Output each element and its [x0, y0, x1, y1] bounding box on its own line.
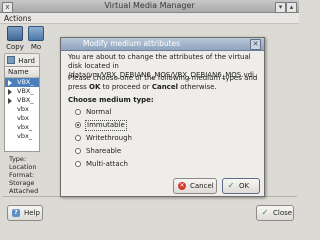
modify-button[interactable]: Mo [28, 26, 44, 51]
copy-label: Copy [6, 43, 24, 51]
window-title: Virtual Media Manager [104, 1, 195, 10]
menu-actions[interactable]: Actions [4, 14, 31, 23]
expand-icon[interactable] [8, 89, 12, 95]
expand-icon[interactable] [8, 98, 12, 104]
dialog-prompt: Please choose one of the following mediu… [68, 74, 258, 91]
list-item[interactable]: vbx [5, 114, 39, 123]
list-header-name[interactable]: Name [5, 67, 39, 78]
copy-icon [7, 26, 23, 41]
copy-button[interactable]: Copy [5, 26, 25, 51]
list-item[interactable]: vbx [5, 105, 39, 114]
cancel-button[interactable]: ✕ Cancel [173, 178, 217, 194]
checkmark-icon: ✓ [261, 208, 269, 217]
radio-circle[interactable] [75, 135, 81, 141]
dialog-close-icon[interactable]: ✕ [250, 39, 261, 50]
tab-hard-disks[interactable]: Hard [4, 53, 40, 66]
maximize-icon[interactable]: ▴ [286, 2, 297, 13]
radio-circle[interactable] [75, 109, 81, 115]
help-button[interactable]: ? Help [7, 205, 43, 221]
list-item[interactable]: vbx_ [5, 123, 39, 132]
list-item[interactable]: VBX_ [5, 96, 39, 105]
modify-icon [28, 26, 44, 41]
radio-circle-selected[interactable] [75, 122, 81, 128]
dialog-titlebar: Modify medium attributes ✕ [61, 38, 264, 51]
dialog-title: Modify medium attributes [83, 39, 181, 48]
expand-icon[interactable] [8, 80, 12, 86]
help-icon: ? [12, 209, 20, 217]
modify-label: Mo [30, 43, 42, 51]
menubar: Actions [0, 13, 299, 24]
info-format-label: Format: [9, 171, 35, 179]
info-storage-label: Storage [9, 179, 35, 187]
info-type-label: Type: [9, 155, 27, 163]
hard-disk-icon [7, 56, 15, 64]
info-location-label: Location [9, 163, 37, 171]
checkmark-icon: ✓ [227, 181, 235, 190]
radio-circle[interactable] [75, 161, 81, 167]
cancel-icon: ✕ [178, 182, 186, 190]
choose-type-label: Choose medium type: [68, 96, 154, 104]
list-item[interactable]: vbx_ [5, 132, 39, 141]
window-titlebar: x Virtual Media Manager ▾ ▴ [0, 0, 299, 13]
info-attached-label: Attached [9, 187, 39, 195]
media-list: Name VBX_ VBX_ VBX_ vbx vbx vbx_ vbx_ [4, 66, 40, 152]
ok-button[interactable]: ✓ OK [222, 178, 260, 194]
tab-hard-label: Hard [18, 57, 35, 65]
close-button[interactable]: ✓ Close [256, 205, 294, 221]
list-item[interactable]: VBX_ [5, 87, 39, 96]
radio-circle[interactable] [75, 148, 81, 154]
list-item[interactable]: VBX_ [5, 78, 39, 87]
modify-medium-dialog: Modify medium attributes ✕ You are about… [60, 37, 265, 197]
minimize-icon[interactable]: ▾ [275, 2, 286, 13]
